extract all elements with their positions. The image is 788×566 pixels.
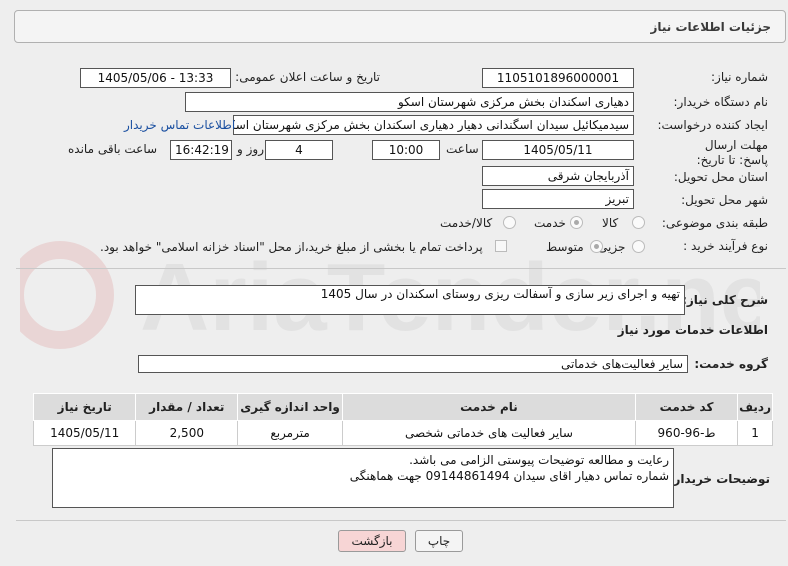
divider-1 (16, 268, 786, 269)
description-label: شرح کلی نیاز: (682, 293, 768, 307)
province-field: آذربایجان شرقی (482, 166, 634, 186)
category-radio-goods[interactable] (632, 216, 645, 229)
page-title: جزئیات اطلاعات نیاز (650, 20, 771, 34)
services-table: ردیف کد خدمت نام خدمت واحد اندازه گیری ت… (32, 393, 773, 446)
cell-service-name: سایر فعالیت های خدماتی شخصی (341, 420, 636, 446)
deadline-date-field: 1405/05/11 (482, 140, 634, 160)
process-radio-medium[interactable] (590, 240, 603, 253)
category-option-goods-service-label: کالا/خدمت (440, 216, 493, 230)
remaining-label: ساعت باقی مانده (68, 142, 158, 156)
col-row-header: ردیف (737, 393, 773, 421)
category-option-goods-label: کالا (602, 216, 619, 230)
service-group-label: گروه خدمت: (694, 357, 768, 371)
description-field[interactable]: تهیه و اجرای زیر سازی و آسفالت ریزی روست… (135, 285, 685, 315)
services-info-heading: اطلاعات خدمات مورد نیاز (617, 323, 768, 337)
announce-datetime-field: 1405/05/06 - 13:33 (80, 68, 231, 88)
col-unit-header: واحد اندازه گیری (237, 393, 343, 421)
table-header-row: ردیف کد خدمت نام خدمت واحد اندازه گیری ت… (32, 393, 773, 421)
process-radio-minor[interactable] (632, 240, 645, 253)
requester-field: سیدمیکائیل سیدان اسگندانی دهیار دهیاری ا… (233, 115, 634, 135)
service-group-field: سایر فعالیت‌های خدماتی (138, 355, 688, 373)
category-label: طبقه بندی موضوعی: (661, 216, 768, 230)
print-button[interactable]: چاپ (415, 530, 463, 552)
buyer-notes-field[interactable]: رعایت و مطالعه توضیحات پیوستی الزامی می … (52, 448, 674, 508)
buyer-notes-line-2: شماره تماس دهیار اقای سیدان 09144861494 … (349, 469, 669, 483)
cell-quantity: 2,500 (135, 420, 239, 446)
announce-datetime-label: تاریخ و ساعت اعلان عمومی: (235, 70, 380, 84)
col-qty-header: تعداد / مقدار (135, 393, 239, 421)
deadline-time-field: 10:00 (372, 140, 440, 160)
cell-need-date: 1405/05/11 (32, 420, 137, 446)
header-panel: جزئیات اطلاعات نیاز (14, 10, 786, 43)
remaining-time-field: 16:42:19 (170, 140, 232, 160)
col-date-header: تاریخ نیاز (32, 393, 137, 421)
buyer-org-field: دهیاری اسکندان بخش مرکزی شهرستان اسکو (185, 92, 634, 112)
buyer-notes-line-1: رعایت و مطالعه توضیحات پیوستی الزامی می … (409, 453, 669, 467)
col-name-header: نام خدمت (341, 393, 636, 421)
days-field: 4 (265, 140, 333, 160)
category-radio-service[interactable] (570, 216, 583, 229)
cell-unit: مترمربع (237, 420, 343, 446)
back-button[interactable]: بازگشت (338, 530, 406, 552)
cell-row-number: 1 (737, 420, 773, 446)
payment-checkbox[interactable] (495, 240, 507, 252)
cell-service-code: ط-96-960 (634, 420, 739, 446)
divider-2 (16, 520, 786, 521)
category-radio-goods-service[interactable] (503, 216, 516, 229)
city-field: تبریز (482, 189, 634, 209)
city-label: شهر محل تحویل: (681, 193, 768, 207)
process-option-medium-label: متوسط (546, 240, 584, 254)
payment-note: پرداخت تمام یا بخشی از مبلغ خرید،از محل … (100, 240, 483, 254)
col-code-header: کد خدمت (634, 393, 739, 421)
need-number-field: 1105101896000001 (482, 68, 634, 88)
buyer-org-label: نام دستگاه خریدار: (673, 95, 769, 109)
need-number-label: شماره نیاز: (711, 70, 768, 84)
province-label: استان محل تحویل: (673, 170, 768, 184)
process-type-label: نوع فرآیند خرید : (683, 239, 768, 253)
category-option-service-label: خدمت (534, 216, 566, 230)
buyer-notes-label: توضیحات خریدار: (668, 472, 770, 486)
days-label: روز و (237, 142, 264, 156)
table-row: 1 ط-96-960 سایر فعالیت های خدماتی شخصی م… (32, 420, 773, 446)
buyer-contact-link[interactable]: اطلاعات تماس خریدار (124, 118, 235, 132)
deadline-label: مهلت ارسال پاسخ: تا تاریخ: (696, 138, 768, 167)
requester-label: ایجاد کننده درخواست: (657, 118, 768, 132)
deadline-time-label: ساعت (446, 142, 479, 156)
